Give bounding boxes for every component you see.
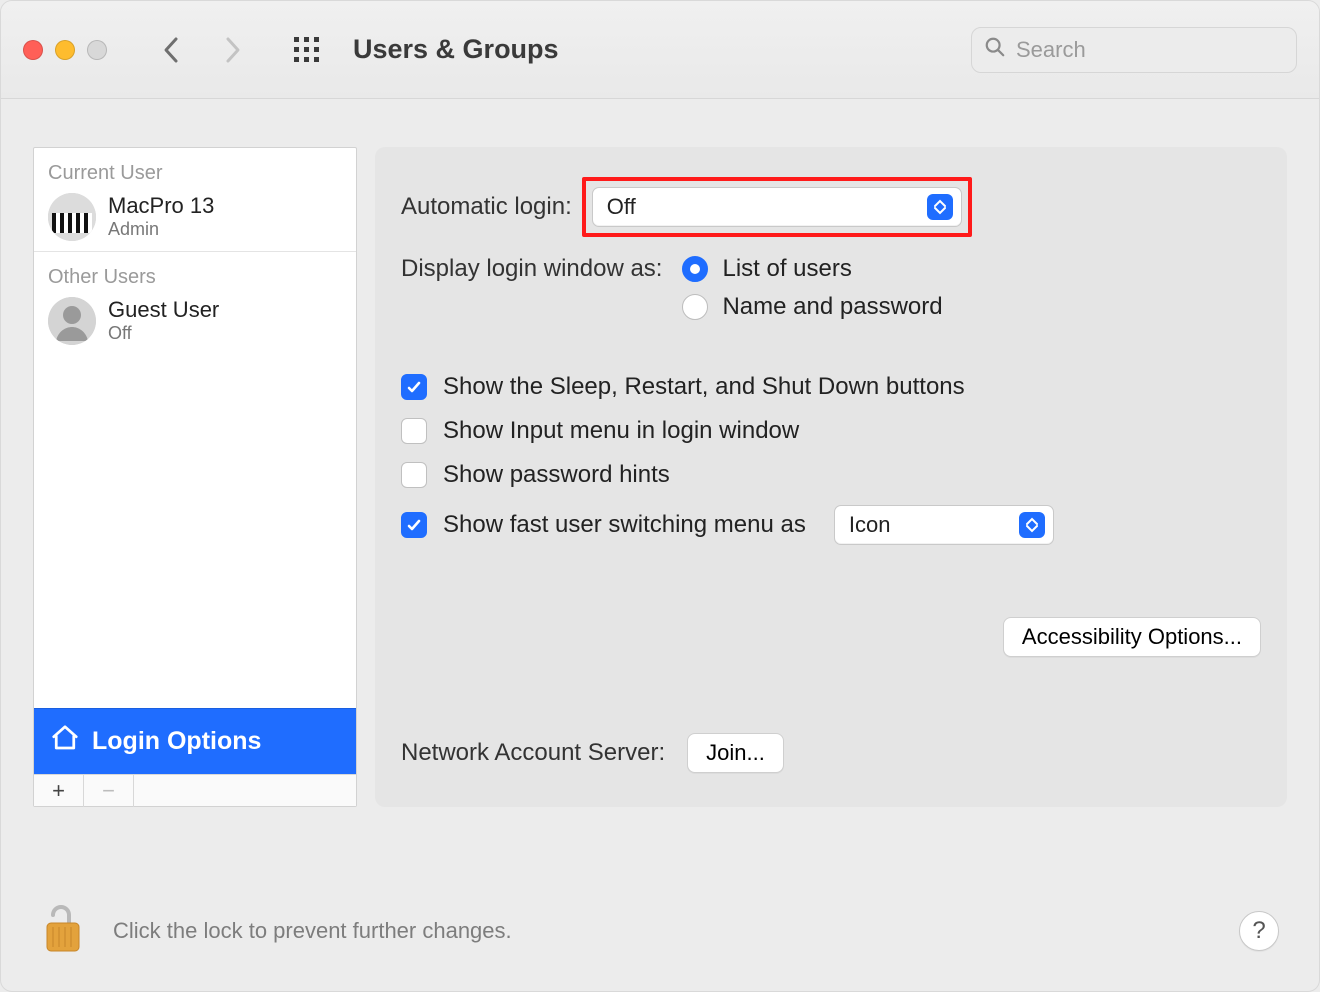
automatic-login-highlight: Off: [582, 177, 972, 237]
current-user-label: Current User: [34, 148, 356, 187]
window-controls: [23, 40, 107, 60]
radio-list-label: List of users: [722, 255, 851, 283]
search-input[interactable]: [1016, 37, 1284, 63]
checkbox-icon: [401, 462, 427, 488]
home-icon: [50, 723, 80, 760]
join-button[interactable]: Join...: [687, 733, 784, 773]
login-options-label: Login Options: [92, 727, 261, 756]
guest-user-avatar: [48, 297, 96, 345]
settings-pane: Automatic login: Off Display login windo…: [375, 147, 1287, 807]
accessibility-options-button[interactable]: Accessibility Options...: [1003, 617, 1261, 657]
footer: Click the lock to prevent further change…: [1, 871, 1319, 991]
checkbox-icon: [401, 418, 427, 444]
guest-user-status: Off: [108, 323, 219, 344]
add-user-button[interactable]: +: [34, 775, 84, 807]
login-options-row[interactable]: Login Options: [34, 708, 356, 774]
back-button[interactable]: [157, 30, 187, 70]
content-area: Current User MacPro 13 Admin Other Users…: [1, 99, 1319, 871]
checkbox-icon: [401, 512, 427, 538]
radio-icon: [682, 256, 708, 282]
checkbox-fast-user-switching[interactable]: Show fast user switching menu as Icon: [401, 505, 1261, 545]
radio-namepw-label: Name and password: [722, 293, 942, 321]
unlock-icon[interactable]: [41, 901, 85, 962]
titlebar: Users & Groups: [1, 1, 1319, 99]
automatic-login-popup[interactable]: Off: [592, 187, 962, 227]
chk-sleep-label: Show the Sleep, Restart, and Shut Down b…: [443, 373, 965, 401]
forward-button[interactable]: [217, 30, 247, 70]
users-groups-window: Users & Groups Current User MacPro 13 Ad…: [0, 0, 1320, 992]
display-login-label: Display login window as:: [401, 255, 662, 283]
search-icon: [984, 36, 1006, 63]
chk-fastswitch-label: Show fast user switching menu as: [443, 511, 806, 539]
fast-user-switching-value: Icon: [849, 512, 1009, 538]
search-field[interactable]: [971, 27, 1297, 73]
guest-user-name: Guest User: [108, 298, 219, 322]
users-sidebar: Current User MacPro 13 Admin Other Users…: [33, 147, 357, 807]
minimize-window-button[interactable]: [55, 40, 75, 60]
other-users-label: Other Users: [34, 252, 356, 291]
automatic-login-value: Off: [607, 194, 917, 220]
fast-user-switching-popup[interactable]: Icon: [834, 505, 1054, 545]
popup-arrows-icon: [927, 194, 953, 220]
checkbox-icon: [401, 374, 427, 400]
nav-buttons: [157, 30, 247, 70]
lock-message: Click the lock to prevent further change…: [113, 918, 512, 944]
chk-input-label: Show Input menu in login window: [443, 417, 799, 445]
network-account-server-label: Network Account Server:: [401, 739, 665, 767]
current-user-role: Admin: [108, 219, 214, 240]
zoom-window-button[interactable]: [87, 40, 107, 60]
guest-user-row[interactable]: Guest User Off: [34, 291, 356, 355]
checkbox-password-hints[interactable]: Show password hints: [401, 461, 1261, 489]
radio-list-of-users[interactable]: List of users: [682, 255, 942, 283]
automatic-login-label: Automatic login:: [401, 193, 572, 221]
sidebar-toolbar: + −: [34, 774, 356, 806]
current-user-row[interactable]: MacPro 13 Admin: [34, 187, 356, 251]
checkbox-sleep-restart[interactable]: Show the Sleep, Restart, and Shut Down b…: [401, 373, 1261, 401]
chk-hints-label: Show password hints: [443, 461, 670, 489]
radio-icon: [682, 294, 708, 320]
close-window-button[interactable]: [23, 40, 43, 60]
help-button[interactable]: ?: [1239, 911, 1279, 951]
checkbox-input-menu[interactable]: Show Input menu in login window: [401, 417, 1261, 445]
current-user-avatar: [48, 193, 96, 241]
window-title: Users & Groups: [353, 34, 559, 65]
remove-user-button[interactable]: −: [84, 775, 134, 807]
show-all-button[interactable]: [287, 30, 327, 70]
radio-name-password[interactable]: Name and password: [682, 293, 942, 321]
current-user-name: MacPro 13: [108, 194, 214, 218]
popup-arrows-icon: [1019, 512, 1045, 538]
